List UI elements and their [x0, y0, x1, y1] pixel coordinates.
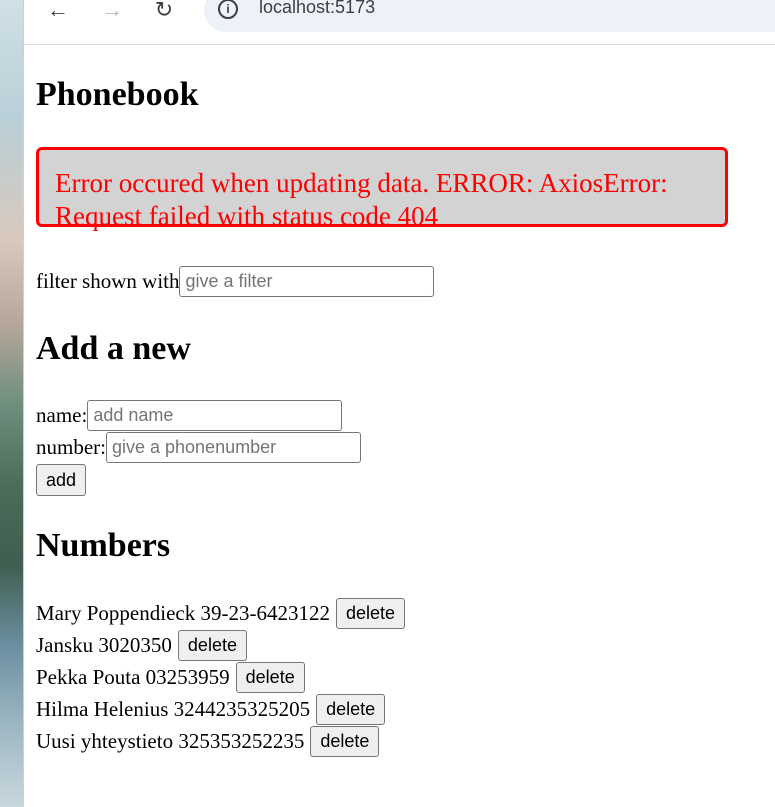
person-text: Pekka Pouta 03253959 [36, 664, 230, 689]
numbers-heading: Numbers [36, 527, 171, 564]
list-item: Hilma Helenius 3244235325205 delete [36, 693, 405, 725]
forward-button[interactable]: → [98, 0, 126, 22]
person-text: Uusi yhteystieto 325353252235 [36, 728, 305, 753]
persons-list: Mary Poppendieck 39-23-6423122 delete Ja… [36, 597, 405, 757]
reload-button[interactable]: ↻ [150, 0, 178, 22]
name-input[interactable] [87, 400, 343, 431]
desktop-wallpaper [0, 0, 24, 807]
url-text: localhost:5173 [259, 0, 376, 17]
address-bar[interactable]: i localhost:5173 [204, 0, 775, 32]
person-text: Hilma Helenius 3244235325205 [36, 696, 311, 721]
name-row: name: [36, 400, 343, 431]
add-button[interactable]: add [36, 464, 87, 496]
name-label: name: [36, 403, 88, 427]
arrow-left-icon: ← [47, 0, 69, 22]
info-icon[interactable]: i [218, 0, 238, 19]
arrow-right-icon: → [101, 0, 123, 22]
list-item: Pekka Pouta 03253959 delete [36, 661, 405, 693]
delete-button[interactable]: delete [310, 725, 380, 757]
back-button[interactable]: ← [44, 0, 72, 22]
list-item: Jansku 3020350 delete [36, 629, 405, 661]
filter-label: filter shown with [36, 269, 180, 293]
filter-input[interactable] [179, 266, 435, 297]
filter-row: filter shown with [36, 266, 435, 297]
number-label: number: [36, 435, 106, 459]
browser-toolbar: ← → ↻ i localhost:5173 [24, 0, 775, 45]
reload-icon: ↻ [154, 0, 174, 22]
person-text: Jansku 3020350 [36, 632, 172, 657]
delete-button[interactable]: delete [235, 661, 305, 693]
delete-button[interactable]: delete [335, 597, 405, 629]
error-notification: Error occured when updating data. ERROR:… [36, 147, 728, 231]
add-new-heading: Add a new [36, 330, 191, 367]
list-item: Mary Poppendieck 39-23-6423122 delete [36, 597, 405, 629]
page-title: Phonebook [36, 76, 199, 113]
delete-button[interactable]: delete [177, 629, 247, 661]
number-input[interactable] [105, 432, 361, 463]
list-item: Uusi yhteystieto 325353252235 delete [36, 725, 405, 757]
delete-button[interactable]: delete [316, 693, 386, 725]
person-text: Mary Poppendieck 39-23-6423122 [36, 600, 330, 625]
number-row: number: [36, 432, 361, 463]
